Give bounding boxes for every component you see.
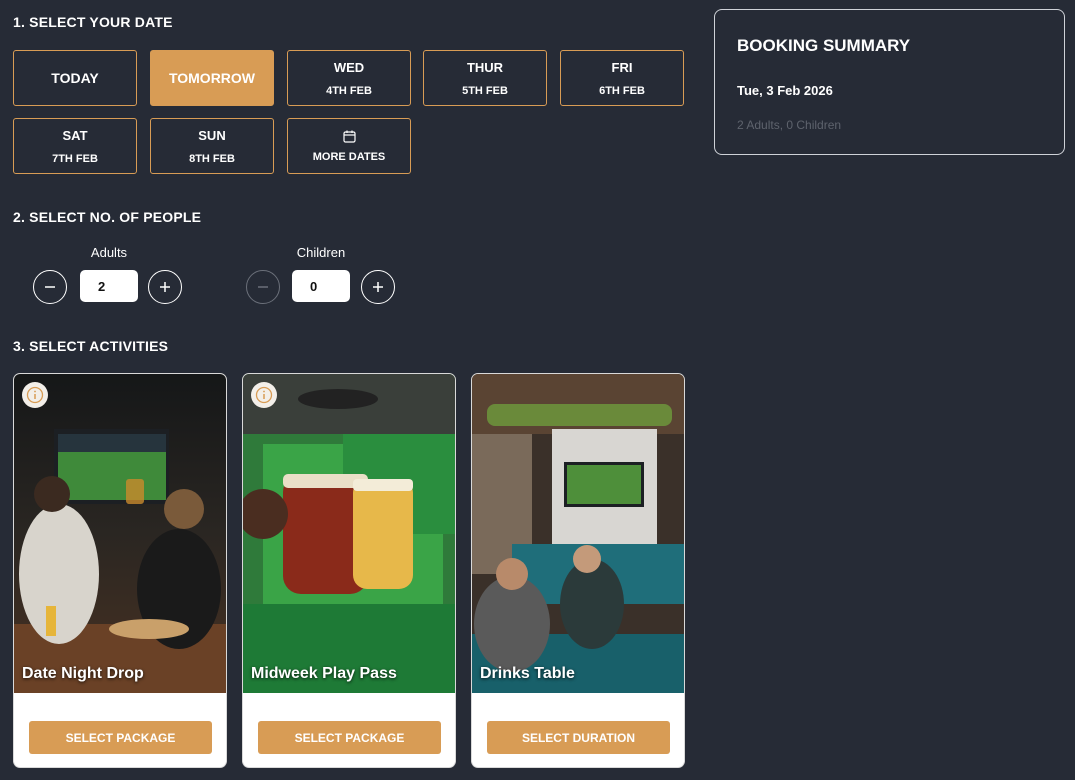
children-decrement-button[interactable] [246, 270, 280, 304]
booking-summary-panel: BOOKING SUMMARY Tue, 3 Feb 2026 2 Adults… [714, 9, 1065, 155]
activity-title: Midweek Play Pass [251, 665, 397, 682]
date-day: THUR [466, 59, 504, 75]
adults-label: Adults [90, 245, 128, 260]
date-day: SAT [62, 127, 88, 143]
select-date-heading: 1. SELECT YOUR DATE [13, 14, 173, 30]
children-increment-button[interactable] [361, 270, 395, 304]
activity-title: Date Night Drop [22, 665, 144, 682]
date-day: WED [333, 59, 365, 75]
more-dates-button[interactable]: MORE DATES [287, 118, 411, 174]
date-option-sat[interactable]: SAT 7TH FEB [13, 118, 137, 174]
date-sub: 4TH FEB [326, 84, 372, 97]
minus-icon [258, 286, 268, 288]
select-activities-heading: 3. SELECT ACTIVITIES [13, 338, 169, 354]
plus-icon [160, 282, 170, 292]
activity-image [243, 374, 455, 693]
date-option-sun[interactable]: SUN 8TH FEB [150, 118, 274, 174]
date-option-today[interactable]: TODAY [13, 50, 137, 106]
date-option-thur[interactable]: THUR 5TH FEB [423, 50, 547, 106]
children-count-input[interactable] [292, 270, 350, 302]
activity-image [472, 374, 684, 693]
date-sub: 7TH FEB [52, 152, 98, 165]
date-sub: 8TH FEB [189, 152, 235, 165]
date-day: SUN [198, 127, 226, 143]
plus-icon [373, 282, 383, 292]
date-option-tomorrow[interactable]: TOMORROW [150, 50, 274, 106]
date-sub: 6TH FEB [599, 84, 645, 97]
booking-summary-people: 2 Adults, 0 Children [737, 118, 842, 132]
date-label: TODAY [51, 70, 99, 86]
select-people-heading: 2. SELECT NO. OF PEOPLE [13, 209, 202, 225]
children-label: Children [296, 245, 346, 260]
activity-title: Drinks Table [480, 665, 575, 682]
date-label: TOMORROW [168, 70, 256, 86]
more-dates-label: MORE DATES [312, 150, 386, 163]
activity-image [14, 374, 226, 693]
minus-icon [45, 286, 55, 288]
date-option-wed[interactable]: WED 4TH FEB [287, 50, 411, 106]
adults-count-input[interactable] [80, 270, 138, 302]
select-package-button[interactable]: SELECT PACKAGE [29, 721, 212, 754]
activity-card-date-night-drop: Date Night Drop SELECT PACKAGE [13, 373, 227, 768]
date-sub: 5TH FEB [462, 84, 508, 97]
activity-card-drinks-table: Drinks Table SELECT DURATION [471, 373, 685, 768]
info-icon[interactable] [251, 382, 277, 408]
booking-summary-title: BOOKING SUMMARY [737, 36, 911, 55]
select-package-button[interactable]: SELECT PACKAGE [258, 721, 441, 754]
activity-card-midweek-play-pass: Midweek Play Pass SELECT PACKAGE [242, 373, 456, 768]
booking-summary-date: Tue, 3 Feb 2026 [737, 83, 833, 98]
select-duration-button[interactable]: SELECT DURATION [487, 721, 670, 754]
adults-decrement-button[interactable] [33, 270, 67, 304]
info-icon[interactable] [22, 382, 48, 408]
adults-increment-button[interactable] [148, 270, 182, 304]
calendar-icon [342, 130, 356, 143]
date-option-fri[interactable]: FRI 6TH FEB [560, 50, 684, 106]
date-day: FRI [611, 59, 633, 75]
